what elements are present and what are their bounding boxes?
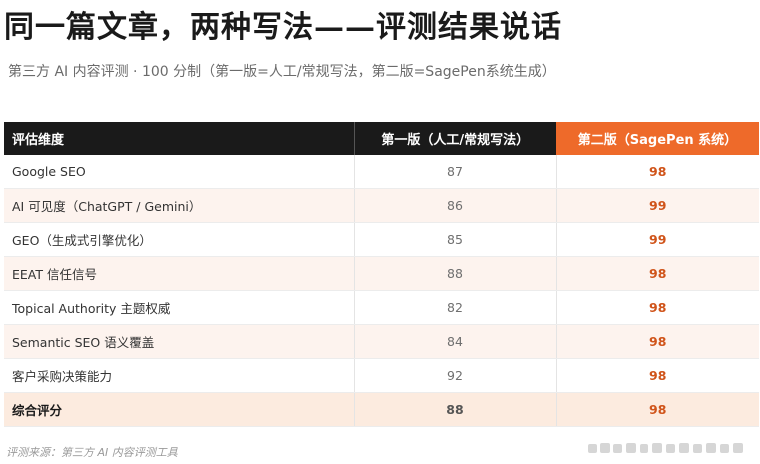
table-row: Topical Authority 主题权威 82 98 bbox=[4, 290, 759, 325]
version-2-score: 98 bbox=[555, 290, 759, 325]
version-1-score: 86 bbox=[353, 188, 556, 223]
dimension-cell: GEO（生成式引擎优化） bbox=[4, 222, 354, 257]
version-2-score: 99 bbox=[555, 222, 759, 257]
table-row: Google SEO 87 98 bbox=[4, 155, 759, 189]
dimension-cell: Semantic SEO 语义覆盖 bbox=[4, 324, 354, 359]
table-row: GEO（生成式引擎优化） 85 99 bbox=[4, 222, 759, 257]
version-2-score: 98 bbox=[555, 256, 759, 291]
total-label: 综合评分 bbox=[4, 392, 354, 427]
version-1-score: 85 bbox=[353, 222, 556, 257]
table-row: EEAT 信任信号 88 98 bbox=[4, 256, 759, 291]
version-1-score: 84 bbox=[353, 324, 556, 359]
score-table: 评估维度 第一版（人工/常规写法） 第二版（SagePen 系统） Google… bbox=[4, 122, 759, 427]
dimension-cell: 客户采购决策能力 bbox=[4, 358, 354, 393]
page-title: 同一篇文章，两种写法——评测结果说话 bbox=[4, 10, 562, 45]
total-row: 综合评分 88 98 bbox=[4, 392, 759, 427]
header-version-2: 第二版（SagePen 系统） bbox=[556, 122, 759, 155]
version-1-score: 82 bbox=[353, 290, 556, 325]
header-dimension: 评估维度 bbox=[4, 122, 354, 155]
table-row: 客户采购决策能力 92 98 bbox=[4, 358, 759, 393]
dimension-cell: Google SEO bbox=[4, 155, 354, 189]
version-2-score: 98 bbox=[555, 324, 759, 359]
version-1-score: 87 bbox=[353, 155, 556, 189]
source-note: 评测来源：第三方 AI 内容评测工具 bbox=[6, 446, 178, 459]
table-row: AI 可见度（ChatGPT / Gemini） 86 99 bbox=[4, 188, 759, 223]
page-subtitle: 第三方 AI 内容评测 · 100 分制（第一版=人工/常规写法，第二版=Sag… bbox=[8, 64, 556, 80]
version-2-score: 98 bbox=[555, 358, 759, 393]
version-1-score: 88 bbox=[353, 256, 556, 291]
version-1-score: 92 bbox=[353, 358, 556, 393]
dimension-cell: Topical Authority 主题权威 bbox=[4, 290, 354, 325]
table-row: Semantic SEO 语义覆盖 84 98 bbox=[4, 324, 759, 359]
version-2-score: 99 bbox=[555, 188, 759, 223]
table-header-row: 评估维度 第一版（人工/常规写法） 第二版（SagePen 系统） bbox=[4, 122, 759, 155]
header-version-1: 第一版（人工/常规写法） bbox=[353, 122, 556, 155]
total-version-1-score: 88 bbox=[353, 392, 556, 427]
dimension-cell: AI 可见度（ChatGPT / Gemini） bbox=[4, 188, 354, 223]
blurred-watermark bbox=[588, 443, 743, 453]
total-version-2-score: 98 bbox=[555, 392, 759, 427]
version-2-score: 98 bbox=[555, 155, 759, 189]
dimension-cell: EEAT 信任信号 bbox=[4, 256, 354, 291]
